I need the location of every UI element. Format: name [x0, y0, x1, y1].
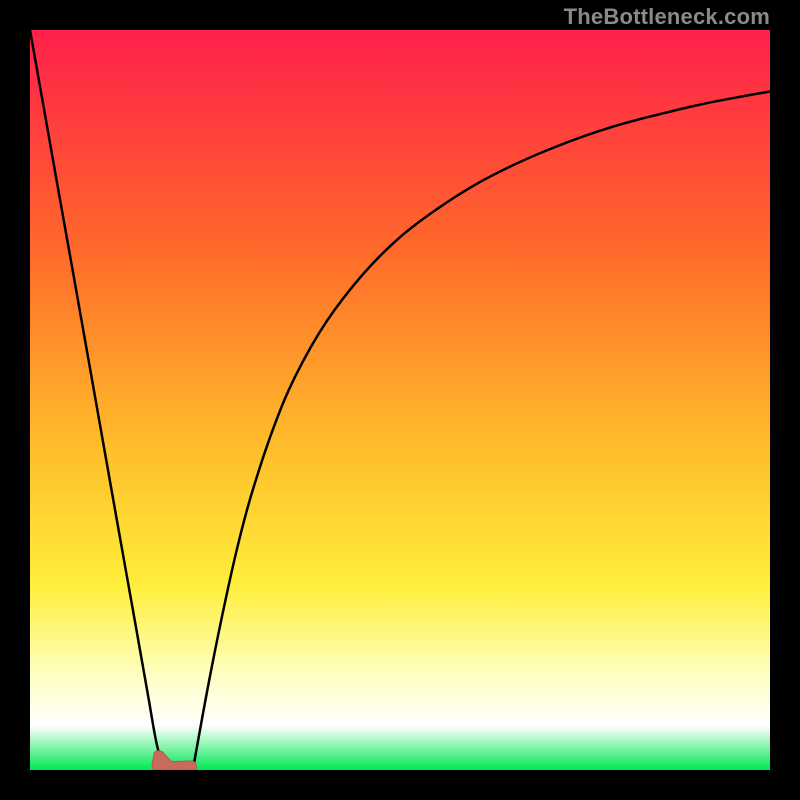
curve-left-branch	[30, 30, 163, 770]
curve-right-branch	[193, 91, 770, 770]
chart-frame: TheBottleneck.com	[0, 0, 800, 800]
plot-area	[30, 30, 770, 770]
curve-layer	[30, 30, 770, 770]
optimum-marker	[152, 751, 196, 770]
watermark-text: TheBottleneck.com	[564, 4, 770, 30]
